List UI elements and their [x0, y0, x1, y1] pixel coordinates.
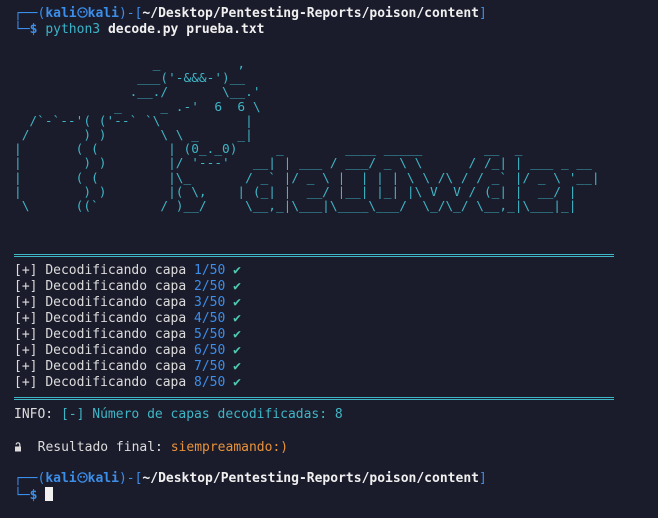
log-prefix: [+]	[14, 279, 38, 294]
prompt-host: kali	[87, 6, 119, 21]
prompt-corner-top: ┌──(	[14, 6, 46, 21]
log-step: 8/50	[194, 375, 226, 390]
log-label: Decodificando capa	[45, 327, 187, 342]
unlock-icon	[15, 442, 21, 452]
log-label: Decodificando capa	[45, 343, 187, 358]
prompt-separator: )-[	[118, 6, 143, 21]
log-line: [+] Decodificando capa 1/50 ✔	[14, 263, 241, 279]
log-line: [+] Decodificando capa 3/50 ✔	[14, 295, 241, 311]
kali-skull-icon	[76, 472, 88, 483]
result-label: Resultado final:	[37, 440, 163, 455]
command-name: python3	[45, 22, 101, 37]
prompt-host: kali	[87, 471, 119, 486]
text-cursor[interactable]	[45, 487, 54, 501]
log-line: [+] Decodificando capa 5/50 ✔	[14, 327, 241, 343]
log-prefix: [+]	[14, 327, 38, 342]
check-icon: ✔	[233, 311, 241, 326]
log-step: 7/50	[194, 359, 226, 374]
log-prefix: [+]	[14, 375, 38, 390]
log-line: [+] Decodificando capa 4/50 ✔	[14, 311, 241, 327]
log-prefix: [+]	[14, 343, 38, 358]
log-label: Decodificando capa	[45, 375, 187, 390]
prompt-dollar: $	[29, 488, 38, 503]
result-value: siempreamando:)	[170, 440, 289, 455]
command-line-2[interactable]: └─$	[14, 487, 54, 503]
info-count: 8	[334, 407, 343, 422]
log-line: [+] Decodificando capa 7/50 ✔	[14, 359, 241, 375]
separator-rule-bottom	[14, 397, 614, 400]
check-icon: ✔	[233, 375, 241, 390]
prompt-user: kali	[45, 6, 77, 21]
log-label: Decodificando capa	[45, 263, 187, 278]
log-step: 1/50	[194, 263, 226, 278]
prompt-user: kali	[45, 471, 77, 486]
ascii-banner: _ , ___('-&&&-')__ .__./ \__.' _ _ .-' 6…	[14, 57, 600, 215]
check-icon: ✔	[233, 263, 241, 278]
log-prefix: [+]	[14, 263, 38, 278]
prompt-path-end: ]	[478, 471, 487, 486]
result-line: Resultado final: siempreamando:)	[14, 440, 288, 456]
log-label: Decodificando capa	[45, 311, 187, 326]
info-text: Número de capas decodificadas:	[92, 407, 328, 422]
prompt-separator: )-[	[118, 471, 143, 486]
log-prefix: [+]	[14, 295, 38, 310]
log-label: Decodificando capa	[45, 279, 187, 294]
log-label: Decodificando capa	[45, 359, 187, 374]
prompt-corner-bottom: └─	[14, 22, 30, 37]
separator-rule-top	[14, 254, 614, 257]
prompt-path: ~/Desktop/Pentesting-Reports/poison/cont…	[142, 6, 479, 21]
log-step: 6/50	[194, 343, 226, 358]
check-icon: ✔	[233, 327, 241, 342]
kali-skull-icon	[76, 7, 88, 18]
command-line-1: └─$ python3 decode.py prueba.txt	[14, 22, 264, 38]
prompt-corner-top: ┌──(	[14, 471, 46, 486]
log-step: 4/50	[194, 311, 226, 326]
log-step: 3/50	[194, 295, 226, 310]
prompt-line-1: ┌──(kali kali)-[~/Desktop/Pentesting-Repo…	[14, 6, 487, 22]
prompt-corner-bottom: └─	[14, 488, 30, 503]
log-prefix: [+]	[14, 359, 38, 374]
log-prefix: [+]	[14, 311, 38, 326]
check-icon: ✔	[233, 343, 241, 358]
prompt-line-2: ┌──(kali kali)-[~/Desktop/Pentesting-Repo…	[14, 471, 487, 487]
command-args: decode.py prueba.txt	[107, 22, 265, 37]
log-label: Decodificando capa	[45, 295, 187, 310]
log-line: [+] Decodificando capa 8/50 ✔	[14, 375, 241, 391]
terminal-window[interactable]: ┌──(kali kali)-[~/Desktop/Pentesting-Repo…	[0, 0, 658, 518]
prompt-dollar: $	[29, 22, 38, 37]
log-step: 5/50	[194, 327, 226, 342]
log-step: 2/50	[194, 279, 226, 294]
check-icon: ✔	[233, 279, 241, 294]
prompt-path: ~/Desktop/Pentesting-Reports/poison/cont…	[142, 471, 479, 486]
info-bracket: [-]	[60, 407, 85, 422]
check-icon: ✔	[233, 359, 241, 374]
info-prefix: INFO:	[14, 407, 54, 422]
prompt-path-end: ]	[478, 6, 487, 21]
log-line: [+] Decodificando capa 6/50 ✔	[14, 343, 241, 359]
info-line: INFO: [-] Número de capas decodificadas:…	[14, 407, 343, 423]
check-icon: ✔	[233, 295, 241, 310]
log-line: [+] Decodificando capa 2/50 ✔	[14, 279, 241, 295]
